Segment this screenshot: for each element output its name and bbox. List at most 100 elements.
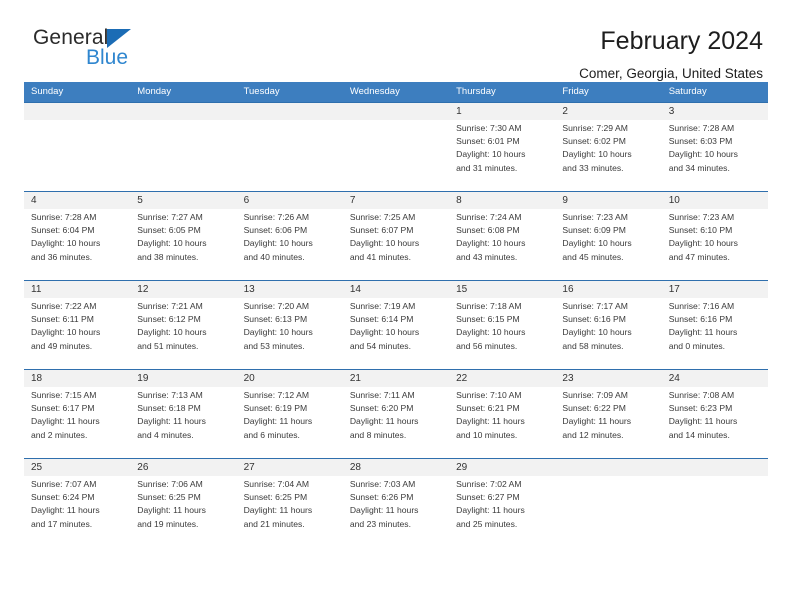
sunrise-text: Sunrise: 7:29 AM <box>562 123 628 133</box>
day-number: 12 <box>137 284 149 295</box>
day-cell[interactable] <box>130 103 236 191</box>
daylight-text-line2: and 33 minutes. <box>562 162 624 173</box>
day-number: 4 <box>31 195 37 206</box>
day-cell[interactable]: 3 Sunrise: 7:28 AM Sunset: 6:03 PM Dayli… <box>662 103 768 191</box>
day-cell[interactable]: 11 Sunrise: 7:22 AM Sunset: 6:11 PM Dayl… <box>24 281 130 369</box>
day-cell[interactable]: 10 Sunrise: 7:23 AM Sunset: 6:10 PM Dayl… <box>662 192 768 280</box>
day-details: Sunrise: 7:24 AM Sunset: 6:08 PM Dayligh… <box>456 209 548 264</box>
calendar-week-row: 4 Sunrise: 7:28 AM Sunset: 6:04 PM Dayli… <box>24 191 768 280</box>
day-details: Sunrise: 7:06 AM Sunset: 6:25 PM Dayligh… <box>137 476 229 531</box>
day-number: 27 <box>243 462 255 473</box>
day-cell[interactable] <box>343 103 449 191</box>
daylight-text-line1: Daylight: 10 hours <box>137 327 207 338</box>
daylight-text-line1: Daylight: 10 hours <box>349 238 420 249</box>
day-cell[interactable]: 6 Sunrise: 7:26 AM Sunset: 6:06 PM Dayli… <box>237 192 343 280</box>
daylight-text-line2: and 31 minutes. <box>456 162 518 173</box>
daylight-text-line2: and 47 minutes. <box>668 251 730 262</box>
day-cell[interactable]: 13 Sunrise: 7:20 AM Sunset: 6:13 PM Dayl… <box>237 281 343 369</box>
day-cell[interactable]: 27 Sunrise: 7:04 AM Sunset: 6:25 PM Dayl… <box>237 459 343 547</box>
day-number: 24 <box>668 373 680 384</box>
day-cell[interactable]: 24 Sunrise: 7:08 AM Sunset: 6:23 PM Dayl… <box>662 370 768 458</box>
daylight-text-line2: and 21 minutes. <box>243 518 305 529</box>
day-cell[interactable]: 26 Sunrise: 7:06 AM Sunset: 6:25 PM Dayl… <box>130 459 236 547</box>
day-cell[interactable]: 14 Sunrise: 7:19 AM Sunset: 6:14 PM Dayl… <box>343 281 449 369</box>
sunrise-text: Sunrise: 7:25 AM <box>349 212 416 222</box>
day-details: Sunrise: 7:23 AM Sunset: 6:10 PM Dayligh… <box>669 209 761 264</box>
sunrise-text: Sunrise: 7:15 AM <box>31 390 97 400</box>
day-details: Sunrise: 7:09 AM Sunset: 6:22 PM Dayligh… <box>562 387 654 442</box>
weekday-header-sunday: Sunday <box>31 86 64 97</box>
sunrise-text: Sunrise: 7:24 AM <box>456 212 522 222</box>
day-number: 10 <box>668 195 680 206</box>
sunset-text: Sunset: 6:25 PM <box>243 492 308 503</box>
sunrise-text: Sunrise: 7:20 AM <box>243 301 310 311</box>
day-cell[interactable]: 20 Sunrise: 7:12 AM Sunset: 6:19 PM Dayl… <box>237 370 343 458</box>
day-cell[interactable]: 12 Sunrise: 7:21 AM Sunset: 6:12 PM Dayl… <box>130 281 236 369</box>
day-cell[interactable]: 28 Sunrise: 7:03 AM Sunset: 6:26 PM Dayl… <box>343 459 449 547</box>
daylight-text-line1: Daylight: 10 hours <box>562 327 632 338</box>
day-cell[interactable] <box>24 103 130 191</box>
sunset-text: Sunset: 6:21 PM <box>456 403 520 414</box>
day-cell[interactable] <box>662 459 768 547</box>
day-details: Sunrise: 7:07 AM Sunset: 6:24 PM Dayligh… <box>31 476 123 531</box>
sunset-text: Sunset: 6:05 PM <box>137 225 201 236</box>
sunset-text: Sunset: 6:16 PM <box>668 314 733 325</box>
day-cell[interactable]: 22 Sunrise: 7:10 AM Sunset: 6:21 PM Dayl… <box>449 370 555 458</box>
day-number <box>31 103 123 120</box>
daylight-text-line1: Daylight: 11 hours <box>349 416 419 427</box>
day-cell[interactable] <box>555 459 661 547</box>
daylight-text-line1: Daylight: 10 hours <box>562 149 632 160</box>
day-cell[interactable] <box>237 103 343 191</box>
day-cell[interactable]: 5 Sunrise: 7:27 AM Sunset: 6:05 PM Dayli… <box>130 192 236 280</box>
day-number: 29 <box>456 462 468 473</box>
day-cell[interactable]: 4 Sunrise: 7:28 AM Sunset: 6:04 PM Dayli… <box>24 192 130 280</box>
logo-text-blue: Blue <box>86 46 129 69</box>
daylight-text-line1: Daylight: 11 hours <box>456 505 525 516</box>
day-cell[interactable]: 16 Sunrise: 7:17 AM Sunset: 6:16 PM Dayl… <box>555 281 661 369</box>
daylight-text-line1: Daylight: 10 hours <box>243 238 313 249</box>
daylight-text-line2: and 45 minutes. <box>562 251 624 262</box>
sunrise-text: Sunrise: 7:07 AM <box>31 479 97 489</box>
daylight-text-line2: and 41 minutes. <box>349 251 411 262</box>
day-cell[interactable]: 21 Sunrise: 7:11 AM Sunset: 6:20 PM Dayl… <box>343 370 449 458</box>
sunset-text: Sunset: 6:24 PM <box>31 492 95 503</box>
day-cell[interactable]: 29 Sunrise: 7:02 AM Sunset: 6:27 PM Dayl… <box>449 459 555 547</box>
weekday-header-saturday: Saturday <box>668 86 707 97</box>
day-cell[interactable]: 17 Sunrise: 7:16 AM Sunset: 6:16 PM Dayl… <box>662 281 768 369</box>
day-cell[interactable]: 2 Sunrise: 7:29 AM Sunset: 6:02 PM Dayli… <box>555 103 661 191</box>
daylight-text-line2: and 25 minutes. <box>456 518 518 529</box>
day-details: Sunrise: 7:13 AM Sunset: 6:18 PM Dayligh… <box>137 387 229 442</box>
sunset-text: Sunset: 6:01 PM <box>456 136 520 147</box>
sunset-text: Sunset: 6:23 PM <box>668 403 733 414</box>
day-number: 28 <box>349 462 361 473</box>
day-cell[interactable]: 19 Sunrise: 7:13 AM Sunset: 6:18 PM Dayl… <box>130 370 236 458</box>
day-details: Sunrise: 7:28 AM Sunset: 6:04 PM Dayligh… <box>31 209 123 264</box>
general-blue-logo[interactable]: General Blue <box>24 26 164 74</box>
daylight-text-line1: Daylight: 11 hours <box>243 416 313 427</box>
day-cell[interactable]: 1 Sunrise: 7:30 AM Sunset: 6:01 PM Dayli… <box>449 103 555 191</box>
daylight-text-line1: Daylight: 11 hours <box>349 505 419 516</box>
day-number: 21 <box>349 373 361 384</box>
day-cell[interactable]: 7 Sunrise: 7:25 AM Sunset: 6:07 PM Dayli… <box>343 192 449 280</box>
day-number <box>244 103 336 120</box>
day-cell[interactable]: 15 Sunrise: 7:18 AM Sunset: 6:15 PM Dayl… <box>449 281 555 369</box>
sunrise-text: Sunrise: 7:17 AM <box>562 301 628 311</box>
day-cell[interactable]: 18 Sunrise: 7:15 AM Sunset: 6:17 PM Dayl… <box>24 370 130 458</box>
sunset-text: Sunset: 6:06 PM <box>243 225 308 236</box>
sunrise-text: Sunrise: 7:21 AM <box>137 301 203 311</box>
page-subtitle: Comer, Georgia, United States <box>579 66 763 81</box>
daylight-text-line2: and 38 minutes. <box>137 251 199 262</box>
daylight-text-line1: Daylight: 11 hours <box>668 327 738 338</box>
day-details: Sunrise: 7:27 AM Sunset: 6:05 PM Dayligh… <box>137 209 229 264</box>
day-cell[interactable]: 23 Sunrise: 7:09 AM Sunset: 6:22 PM Dayl… <box>555 370 661 458</box>
daylight-text-line1: Daylight: 10 hours <box>137 238 207 249</box>
day-details: Sunrise: 7:26 AM Sunset: 6:06 PM Dayligh… <box>244 209 336 264</box>
day-details: Sunrise: 7:21 AM Sunset: 6:12 PM Dayligh… <box>137 298 229 353</box>
daylight-text-line2: and 51 minutes. <box>137 340 199 351</box>
day-cell[interactable]: 9 Sunrise: 7:23 AM Sunset: 6:09 PM Dayli… <box>555 192 661 280</box>
day-cell[interactable]: 8 Sunrise: 7:24 AM Sunset: 6:08 PM Dayli… <box>449 192 555 280</box>
day-details: Sunrise: 7:29 AM Sunset: 6:02 PM Dayligh… <box>562 120 654 175</box>
day-number <box>562 459 654 476</box>
day-cell[interactable]: 25 Sunrise: 7:07 AM Sunset: 6:24 PM Dayl… <box>24 459 130 547</box>
sunrise-text: Sunrise: 7:06 AM <box>137 479 203 489</box>
